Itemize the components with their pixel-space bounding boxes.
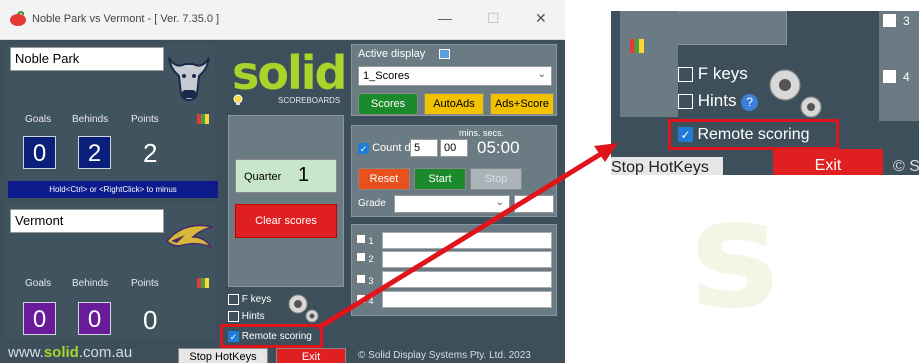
callout-arrow — [316, 143, 618, 331]
